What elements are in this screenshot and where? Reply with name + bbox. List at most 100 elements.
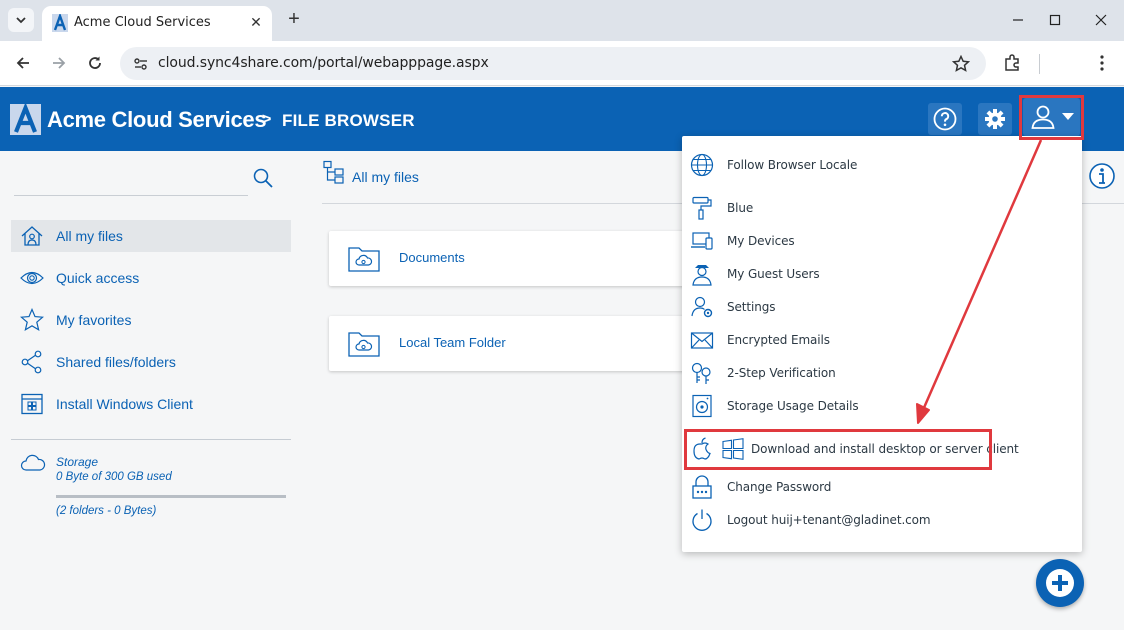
folder-tree-icon (323, 160, 344, 184)
sidebar-item-shared[interactable]: Shared files/folders (11, 346, 291, 378)
storage-used-text: 0 Byte of 300 GB used (56, 471, 172, 483)
tab-title: Acme Cloud Services (74, 15, 211, 30)
user-dropdown-menu: Follow Browser Locale Blue My Devices My… (682, 136, 1082, 552)
sidebar-item-all-my-files[interactable]: All my files (11, 220, 291, 252)
help-icon (933, 107, 957, 131)
gear-icon (985, 109, 1005, 129)
breadcrumb-separator: > (262, 111, 272, 128)
encrypted-email-icon (690, 328, 714, 352)
bookmark-star-icon[interactable] (952, 55, 970, 73)
menu-item-label: Storage Usage Details (727, 399, 859, 413)
sidebar-item-label: Install Windows Client (56, 396, 193, 412)
menu-item-theme-blue[interactable]: Blue (682, 192, 1082, 224)
menu-item-label: My Devices (727, 234, 795, 248)
sidebar-item-my-favorites[interactable]: My favorites (11, 304, 291, 336)
menu-item-label: Logout huij+tenant@gladinet.com (727, 513, 931, 527)
menu-item-follow-browser-locale[interactable]: Follow Browser Locale (682, 149, 1082, 181)
extensions-button[interactable] (1000, 51, 1024, 75)
breadcrumb[interactable]: All my files (352, 169, 419, 185)
windows-client-icon (19, 391, 45, 417)
tab-close-icon[interactable]: ✕ (246, 12, 266, 32)
guest-user-icon (690, 262, 714, 286)
menu-item-2-step-verification[interactable]: 2-Step Verification (682, 357, 1082, 389)
folder-name: Documents (399, 250, 465, 265)
user-settings-icon (690, 295, 714, 319)
cloud-folder-icon (348, 332, 380, 357)
minimize-button[interactable] (1000, 8, 1036, 32)
forward-button[interactable] (47, 51, 71, 75)
menu-item-settings[interactable]: Settings (682, 291, 1082, 323)
menu-item-label: Follow Browser Locale (727, 158, 858, 172)
sidebar-item-label: Quick access (56, 270, 140, 286)
add-button[interactable] (1036, 559, 1084, 607)
menu-item-label: Settings (727, 300, 776, 314)
folder-card-local-team-folder[interactable]: Local Team Folder (329, 316, 729, 371)
chevron-down-icon (16, 16, 26, 23)
reload-icon (89, 56, 101, 69)
browser-toolbar: cloud.sync4share.com/portal/webapppage.a… (0, 41, 1124, 86)
storage-title[interactable]: Storage (56, 455, 98, 469)
plus-icon (1046, 569, 1074, 597)
site-info-icon[interactable] (133, 56, 149, 72)
settings-button[interactable] (978, 103, 1012, 135)
annotation-highlight-download-client (684, 429, 992, 470)
lock-icon (690, 475, 714, 499)
menu-item-storage-usage-details[interactable]: Storage Usage Details (682, 390, 1082, 422)
menu-item-label: Change Password (727, 480, 832, 494)
puzzle-icon (1005, 54, 1019, 71)
menu-item-encrypted-emails[interactable]: Encrypted Emails (682, 324, 1082, 356)
menu-item-label: My Guest Users (727, 267, 820, 281)
two-step-icon (690, 361, 714, 385)
info-icon[interactable] (1088, 162, 1116, 190)
menu-item-label: 2-Step Verification (727, 366, 836, 380)
tab-search-button[interactable] (8, 8, 34, 32)
sidebar-item-label: My favorites (56, 312, 132, 328)
annotation-highlight-user-menu (1019, 95, 1084, 140)
minimize-icon (1013, 19, 1023, 21)
acme-logo-icon (10, 104, 41, 135)
paint-roller-icon (690, 196, 714, 220)
menu-item-change-password[interactable]: Change Password (682, 471, 1082, 503)
url-text: cloud.sync4share.com/portal/webapppage.a… (158, 55, 489, 71)
browser-tab-bar: Acme Cloud Services ✕ + (0, 0, 1124, 41)
sidebar-item-install-windows-client[interactable]: Install Windows Client (11, 388, 291, 420)
sidebar-item-label: All my files (56, 228, 123, 244)
sidebar-search-input[interactable] (14, 195, 248, 196)
maximize-icon (1049, 14, 1061, 26)
star-icon (19, 307, 45, 333)
maximize-button[interactable] (1037, 8, 1073, 32)
devices-icon (690, 229, 714, 253)
cloud-folder-icon (348, 247, 380, 272)
sidebar-item-label: Shared files/folders (56, 354, 176, 370)
storage-summary: (2 folders - 0 Bytes) (56, 505, 157, 517)
menu-item-my-guest-users[interactable]: My Guest Users (682, 258, 1082, 290)
folder-name: Local Team Folder (399, 335, 506, 350)
browser-menu-button[interactable] (1090, 51, 1114, 75)
page-title: FILE BROWSER (282, 111, 415, 130)
search-icon[interactable] (252, 167, 274, 189)
arrow-left-icon (16, 57, 29, 69)
folder-card-documents[interactable]: Documents (329, 231, 729, 286)
acme-favicon-icon (52, 14, 68, 32)
sidebar: All my files Quick access My favorites S… (0, 151, 306, 630)
more-vertical-icon (1100, 55, 1104, 71)
address-bar[interactable]: cloud.sync4share.com/portal/webapppage.a… (120, 47, 986, 80)
brand-name[interactable]: Acme Cloud Services (47, 107, 267, 133)
menu-item-my-devices[interactable]: My Devices (682, 225, 1082, 257)
eye-icon (19, 265, 45, 291)
menu-item-logout[interactable]: Logout huij+tenant@gladinet.com (682, 504, 1082, 536)
menu-item-label: Encrypted Emails (727, 333, 830, 347)
new-tab-button[interactable]: + (283, 8, 305, 30)
close-icon (1095, 14, 1107, 26)
help-button[interactable] (928, 103, 962, 135)
menu-item-label: Blue (727, 201, 754, 215)
share-icon (19, 349, 45, 375)
browser-tab[interactable]: Acme Cloud Services ✕ (42, 6, 272, 41)
reload-button[interactable] (83, 51, 107, 75)
sidebar-divider (11, 439, 291, 440)
toolbar-divider (1039, 54, 1040, 74)
globe-icon (690, 153, 714, 177)
close-window-button[interactable] (1083, 8, 1119, 32)
back-button[interactable] (11, 51, 35, 75)
sidebar-item-quick-access[interactable]: Quick access (11, 262, 291, 294)
